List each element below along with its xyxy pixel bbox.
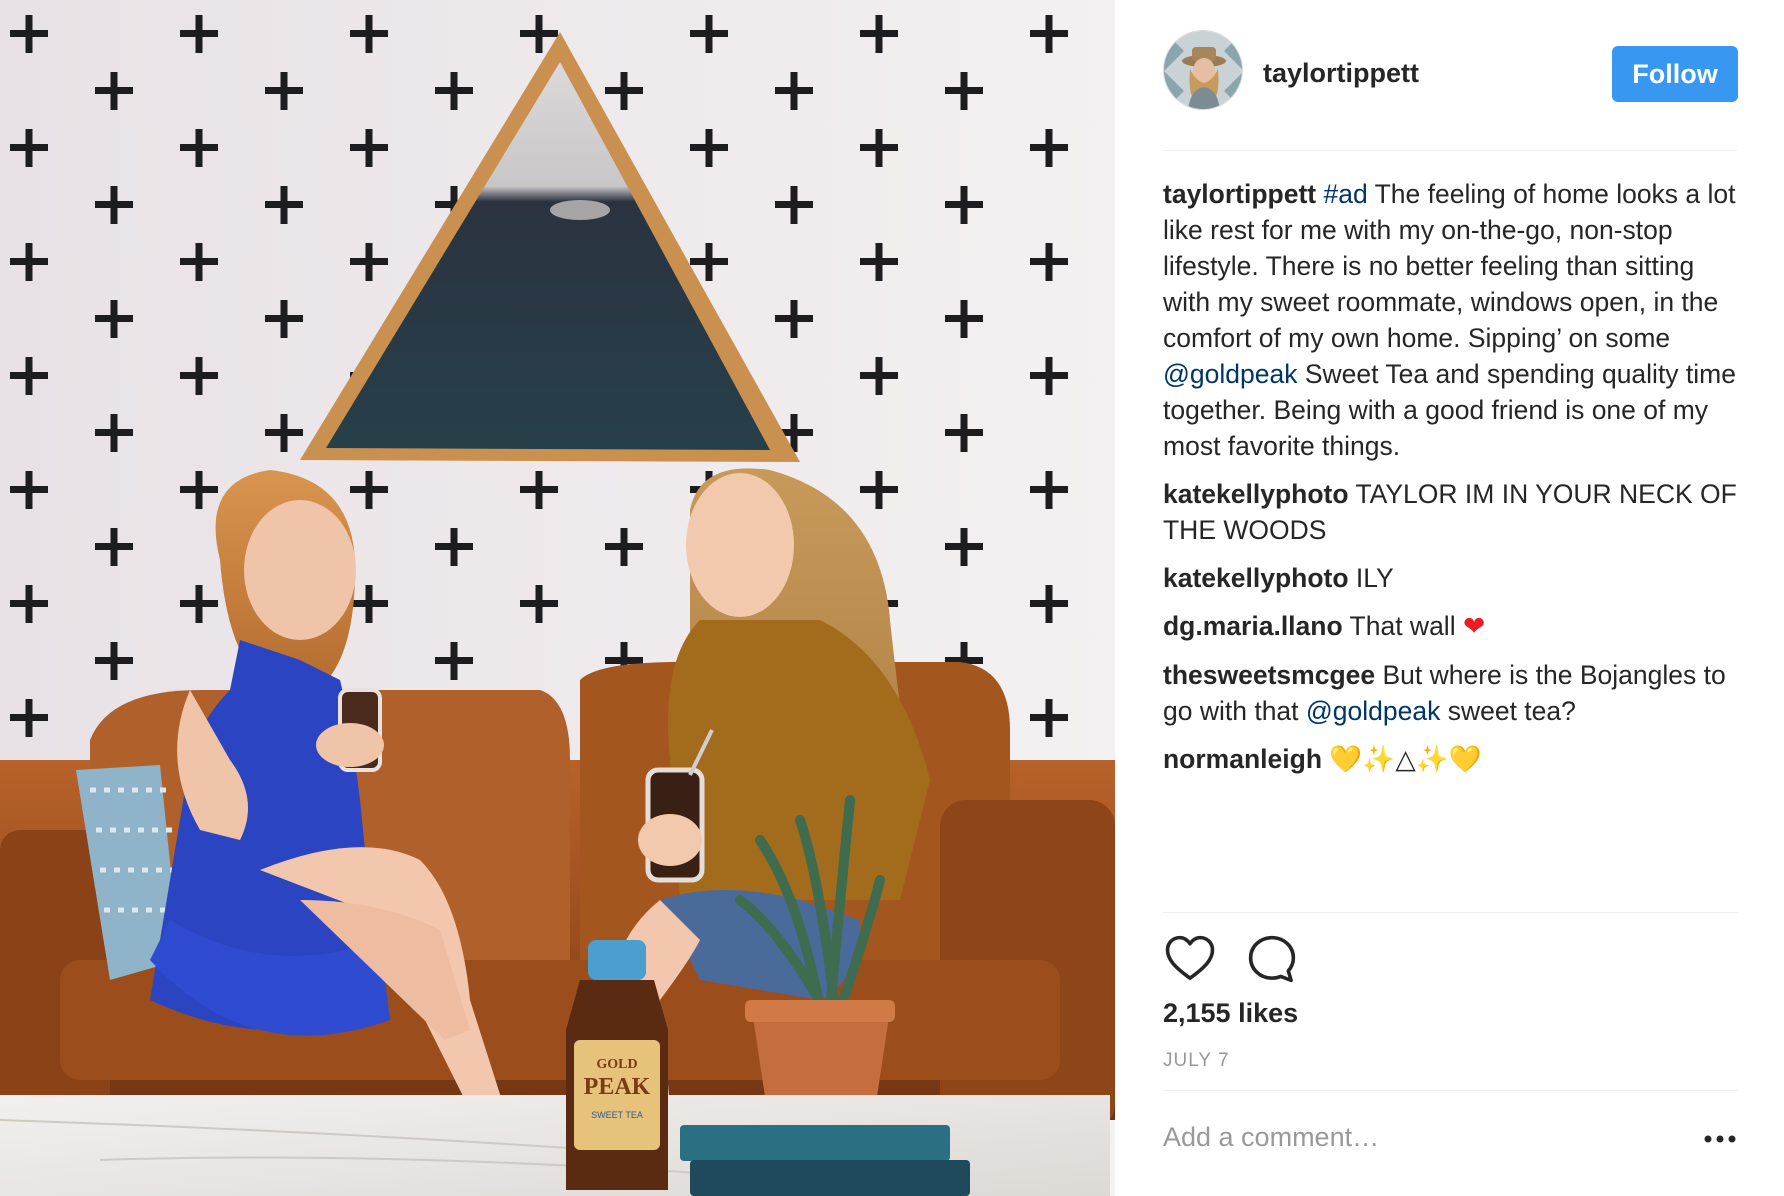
- caption: taylortippett #ad The feeling of home lo…: [1163, 176, 1743, 464]
- comments-list: taylortippett #ad The feeling of home lo…: [1163, 176, 1743, 790]
- header-divider: [1163, 150, 1738, 151]
- post-actions: [1163, 932, 1363, 988]
- comment-item: katekellyphoto TAYLOR IM IN YOUR NECK OF…: [1163, 476, 1743, 548]
- comment-item: katekellyphoto ILY: [1163, 560, 1743, 596]
- caption-hashtag[interactable]: #ad: [1324, 179, 1368, 209]
- avatar[interactable]: [1163, 30, 1243, 110]
- comment-username[interactable]: katekellyphoto: [1163, 563, 1349, 593]
- more-options-icon[interactable]: [1703, 1132, 1737, 1146]
- post-image: GOLD PEAK SWEET TEA: [0, 0, 1115, 1196]
- actions-divider: [1163, 912, 1738, 913]
- comment-username[interactable]: dg.maria.llano: [1163, 611, 1343, 641]
- comment-text-2: sweet tea?: [1440, 696, 1576, 726]
- bottle-label-gold: GOLD: [596, 1057, 637, 1072]
- comment-username[interactable]: normanleigh: [1163, 744, 1322, 774]
- post-date[interactable]: JULY 7: [1163, 1050, 1230, 1072]
- post-sidebar: taylortippett Follow taylortippett #ad T…: [1115, 0, 1784, 1196]
- comment-username[interactable]: katekellyphoto: [1163, 479, 1349, 509]
- yellow-heart-icon: 💛: [1448, 744, 1482, 775]
- comment-item: normanleigh 💛✨△✨💛: [1163, 741, 1743, 778]
- comment-item: thesweetsmcgee But where is the Bojangle…: [1163, 657, 1743, 729]
- comment-text: That wall: [1342, 611, 1463, 641]
- caption-mention[interactable]: @goldpeak: [1163, 359, 1297, 389]
- triangle-icon: △: [1395, 744, 1416, 775]
- comment-item: dg.maria.llano That wall ❤: [1163, 608, 1743, 645]
- speech-bubble-icon[interactable]: [1245, 932, 1299, 986]
- follow-button[interactable]: Follow: [1612, 46, 1738, 102]
- comment-username[interactable]: thesweetsmcgee: [1163, 660, 1375, 690]
- heart-outline-icon[interactable]: [1163, 932, 1217, 986]
- comment-text: ILY: [1348, 563, 1394, 593]
- add-comment-input[interactable]: [1163, 1122, 1633, 1153]
- red-heart-icon: ❤: [1462, 611, 1486, 642]
- sparkles-icon: ✨: [1415, 744, 1449, 775]
- post-header: taylortippett Follow: [1163, 30, 1738, 122]
- caption-username[interactable]: taylortippett: [1163, 179, 1316, 209]
- header-username[interactable]: taylortippett: [1263, 58, 1419, 89]
- comment-mention[interactable]: @goldpeak: [1306, 696, 1440, 726]
- comment-box-divider: [1163, 1090, 1738, 1091]
- likes-count[interactable]: 2,155 likes: [1163, 998, 1298, 1029]
- yellow-heart-icon: 💛: [1329, 744, 1363, 775]
- sparkles-icon: ✨: [1362, 744, 1396, 775]
- bottle-label-peak: PEAK: [584, 1074, 651, 1100]
- bottle-label-sub: SWEET TEA: [591, 1110, 643, 1120]
- instagram-post: GOLD PEAK SWEET TEA taylortippett Follow: [0, 0, 1784, 1196]
- post-photo[interactable]: GOLD PEAK SWEET TEA: [0, 0, 1115, 1196]
